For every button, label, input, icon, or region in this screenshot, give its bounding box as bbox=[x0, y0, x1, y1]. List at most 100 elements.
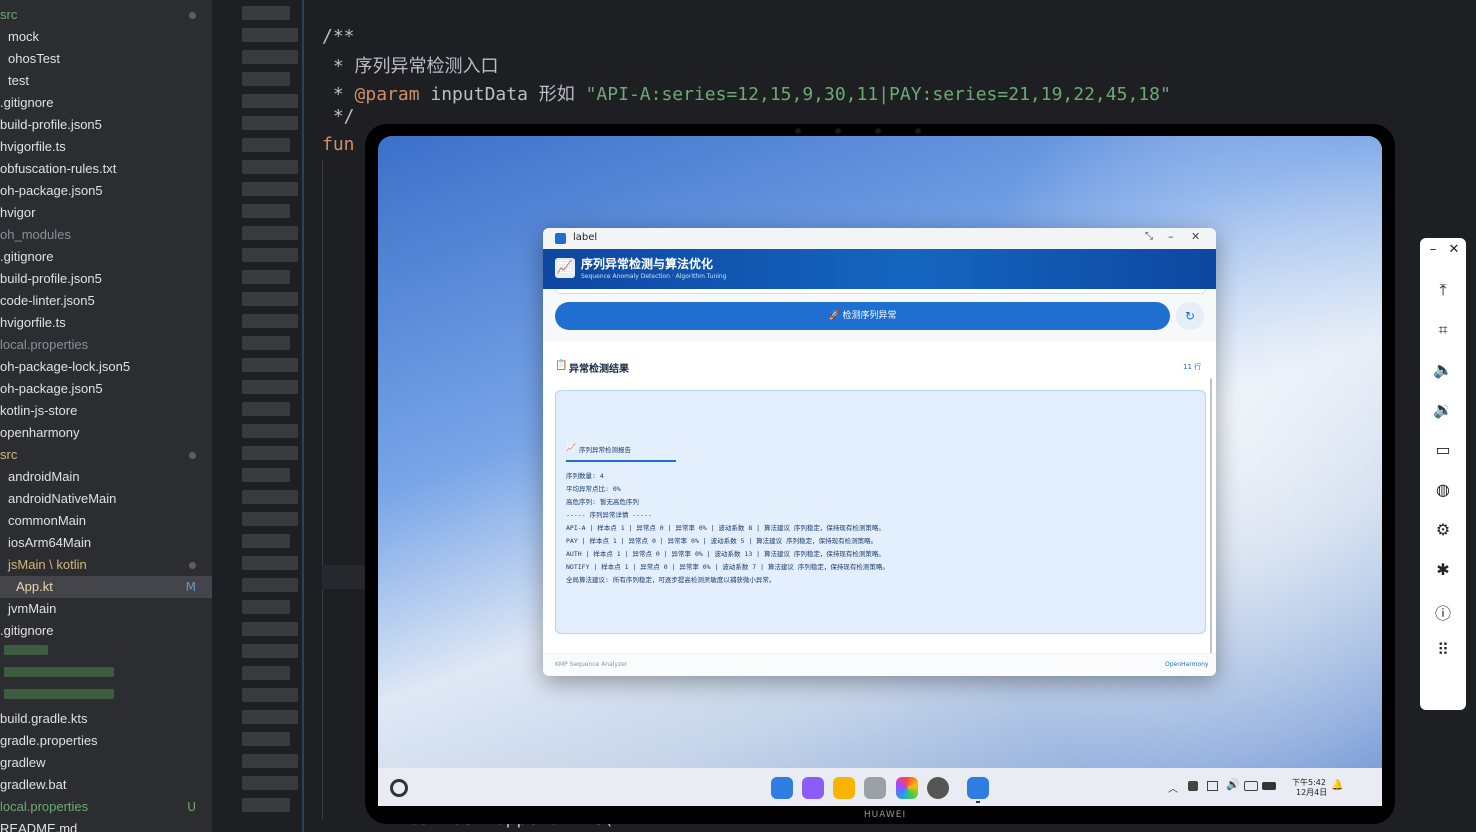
tree-item[interactable]: build-profile.json5 bbox=[0, 268, 102, 290]
device-brand: HUAWEI bbox=[863, 810, 907, 820]
code-line: /** bbox=[322, 26, 355, 47]
line-number bbox=[242, 622, 298, 636]
start-icon[interactable] bbox=[390, 779, 408, 797]
status-dot bbox=[189, 452, 196, 459]
line-number bbox=[242, 94, 298, 108]
line-number bbox=[242, 600, 290, 614]
trash-icon[interactable] bbox=[864, 777, 886, 799]
tree-item[interactable]: local.properties bbox=[0, 334, 88, 356]
crop-icon[interactable]: ⌗ bbox=[1420, 320, 1466, 340]
tree-item[interactable]: hvigorfile.ts bbox=[0, 312, 66, 334]
pin-top-icon[interactable]: ⤒ bbox=[1420, 280, 1466, 300]
network-icon[interactable] bbox=[1244, 781, 1258, 791]
tree-item[interactable]: build.gradle.kts bbox=[0, 708, 87, 730]
tree-item[interactable]: src bbox=[0, 4, 17, 26]
report-chart-icon: 📈 bbox=[566, 443, 576, 452]
tree-item[interactable]: gradlew.bat bbox=[0, 774, 67, 796]
gear-icon[interactable]: ⚙ bbox=[1420, 520, 1466, 539]
line-number bbox=[242, 754, 298, 768]
tree-item[interactable]: .gitignore bbox=[0, 620, 53, 642]
indent-guide bbox=[322, 160, 323, 820]
tree-item[interactable]: build-profile.json5 bbox=[0, 114, 102, 136]
line-number bbox=[242, 358, 298, 372]
notification-bell-icon[interactable]: 🔔 bbox=[1331, 780, 1343, 791]
gallery-icon[interactable] bbox=[896, 777, 918, 799]
restore-icon[interactable]: ⤡ bbox=[1145, 231, 1153, 242]
tree-item[interactable]: oh-package.json5 bbox=[0, 180, 103, 202]
multitask-icon[interactable] bbox=[802, 777, 824, 799]
info-icon[interactable]: ⓘ bbox=[1420, 600, 1466, 624]
footer-left: KMP Sequence Analyzer bbox=[555, 661, 628, 668]
app-window[interactable]: label ⤡ – ✕ 📈 序列异常检测与算法优化 Sequence Anoma… bbox=[543, 228, 1216, 676]
tree-item[interactable]: hvigorfile.ts bbox=[0, 136, 66, 158]
volume-down-icon[interactable]: 🔉 bbox=[1420, 400, 1466, 419]
tree-item[interactable]: .gitignore bbox=[0, 92, 53, 114]
project-sidebar: src mock ohosTest test .gitignore build-profi… bbox=[0, 0, 212, 832]
tray-app-icon[interactable] bbox=[1188, 781, 1198, 791]
volume-icon[interactable]: 🔊 bbox=[1226, 778, 1240, 791]
globe-icon[interactable]: ◍ bbox=[1420, 480, 1466, 499]
volume-up-icon[interactable]: 🔈 bbox=[1420, 360, 1466, 379]
report-title: 序列异常检测报告 bbox=[579, 446, 631, 454]
window-titlebar[interactable]: label ⤡ – ✕ bbox=[543, 228, 1216, 249]
tree-item[interactable]: oh-package-lock.json5 bbox=[0, 356, 130, 378]
detect-button[interactable]: 🚀 检测序列异常 bbox=[555, 302, 1170, 330]
line-number bbox=[242, 270, 290, 284]
tree-item[interactable]: oh_modules bbox=[0, 224, 71, 246]
tree-item[interactable]: hvigor bbox=[0, 202, 35, 224]
close-icon[interactable]: ✕ bbox=[1191, 230, 1200, 243]
tree-item[interactable]: ohosTest bbox=[8, 48, 60, 70]
app-grid-icon[interactable] bbox=[771, 777, 793, 799]
tree-item[interactable]: local.properties bbox=[0, 796, 88, 818]
running-indicator bbox=[976, 801, 980, 803]
app-header: 📈 序列异常检测与算法优化 Sequence Anomaly Detection… bbox=[543, 249, 1216, 289]
report-divider bbox=[566, 460, 676, 462]
tree-item[interactable]: .gitignore bbox=[0, 246, 53, 268]
tray-chevron-icon[interactable]: ︿ bbox=[1168, 780, 1178, 795]
tree-item[interactable]: mock bbox=[8, 26, 39, 48]
refresh-button[interactable]: ↻ bbox=[1176, 302, 1204, 330]
tree-item[interactable]: test bbox=[8, 70, 29, 92]
report-box[interactable]: 📈 序列异常检测报告 序列数量: 4 平均异常点比: 0% 高危序列: 暂无高危… bbox=[555, 390, 1206, 634]
tree-item[interactable]: kotlin-js-store bbox=[0, 400, 77, 422]
tree-item[interactable]: androidNativeMain bbox=[8, 488, 116, 510]
tree-item[interactable]: jvmMain bbox=[8, 598, 56, 620]
clock-date[interactable]: 12月4日 bbox=[1296, 787, 1327, 798]
more-icon[interactable]: ⠿ bbox=[1420, 640, 1466, 659]
minimize-icon[interactable]: – bbox=[1168, 230, 1174, 243]
tree-item[interactable]: src bbox=[0, 444, 17, 466]
report-line: API-A | 样本点 1 | 异常点 0 | 异常率 0% | 波动系数 8 … bbox=[566, 524, 885, 532]
result-title: 异常检测结果 bbox=[569, 364, 629, 375]
line-number bbox=[242, 710, 298, 724]
report-line: PAY | 样本点 1 | 异常点 0 | 异常率 0% | 波动系数 5 | … bbox=[566, 537, 878, 545]
tree-item[interactable]: iosArm64Main bbox=[8, 532, 91, 554]
input-card-edge bbox=[555, 289, 1206, 294]
tree-item[interactable]: androidMain bbox=[8, 466, 80, 488]
notes-icon[interactable] bbox=[833, 777, 855, 799]
tree-item[interactable]: gradlew bbox=[0, 752, 46, 774]
tree-item[interactable]: jsMain \ kotlin bbox=[8, 554, 87, 576]
tree-item[interactable]: openharmony bbox=[0, 422, 80, 444]
tree-item[interactable]: README.md bbox=[0, 818, 77, 832]
rotate-icon[interactable]: ▭ bbox=[1420, 440, 1466, 459]
report-line: 全局算法建议: 所有序列稳定，可逐步提高检测灵敏度以捕获微小异常。 bbox=[566, 576, 776, 584]
tree-item[interactable]: obfuscation-rules.txt bbox=[0, 158, 116, 180]
tree-item[interactable]: commonMain bbox=[8, 510, 86, 532]
bug-icon[interactable]: ✱ bbox=[1420, 560, 1466, 579]
line-number bbox=[242, 182, 298, 196]
line-number bbox=[242, 468, 290, 482]
code-line: fun bbox=[322, 134, 355, 155]
tree-item[interactable]: App.kt bbox=[0, 576, 212, 598]
tree-item[interactable]: oh-package.json5 bbox=[0, 378, 103, 400]
close-panel-icon[interactable]: ✕ bbox=[1431, 242, 1476, 257]
settings-app-icon[interactable] bbox=[927, 777, 949, 799]
tree-item[interactable]: code-linter.json5 bbox=[0, 290, 95, 312]
vcs-badge: U bbox=[187, 800, 196, 814]
running-app-icon[interactable] bbox=[967, 777, 989, 799]
tree-item[interactable]: gradle.properties bbox=[0, 730, 98, 752]
line-number bbox=[242, 776, 298, 790]
line-number bbox=[242, 336, 290, 350]
tray-display-icon[interactable] bbox=[1207, 781, 1218, 791]
line-number bbox=[242, 666, 290, 680]
scrollbar[interactable] bbox=[1210, 378, 1212, 653]
